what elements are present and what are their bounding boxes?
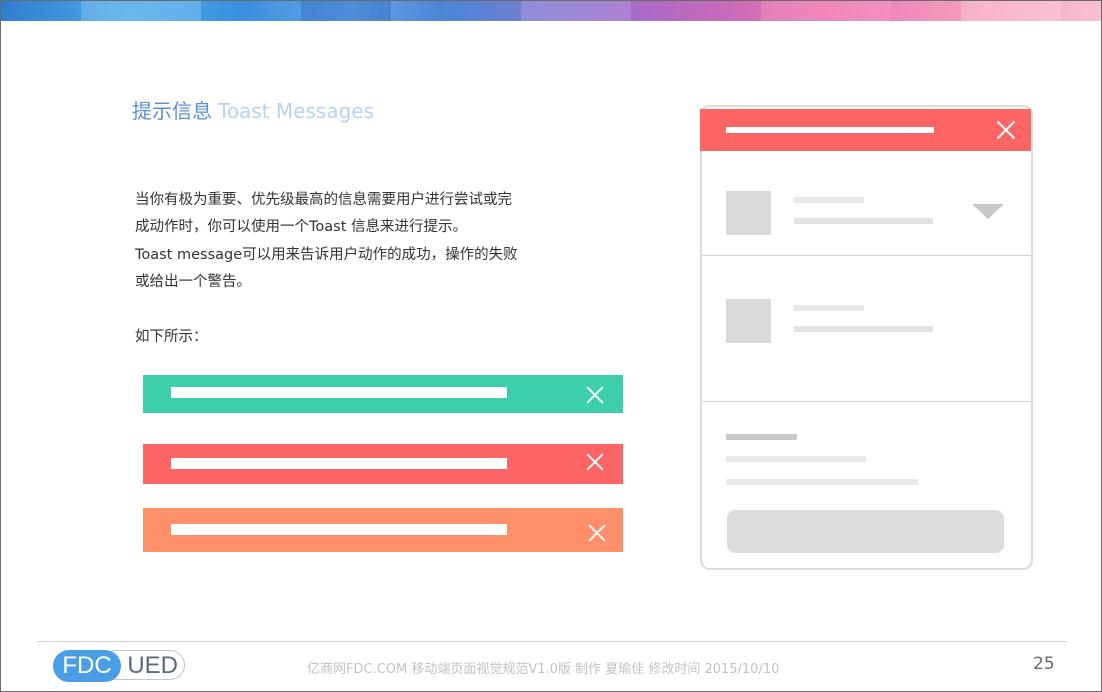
paragraph-line: 成动作时，你可以使用一个Toast 信息来进行提示。 bbox=[135, 219, 467, 235]
page-number: 25 bbox=[1033, 654, 1055, 674]
toast-message-placeholder bbox=[171, 524, 507, 535]
slide-page: 提示信息 Toast Messages 当你有极为重要、优先级最高的信息需要用户进… bbox=[0, 0, 1102, 692]
paragraph-line: 当你有极为重要、优先级最高的信息需要用户进行尝试或完 bbox=[135, 192, 512, 208]
paragraph-line: Toast message可以用来告诉用户动作的成功，操作的失败 bbox=[135, 247, 518, 263]
footer-divider bbox=[37, 641, 1067, 642]
title-chinese: 提示信息 bbox=[132, 99, 212, 123]
close-icon[interactable] bbox=[585, 385, 605, 405]
fdc-ued-logo: UED FDC bbox=[53, 650, 187, 682]
divider bbox=[702, 401, 1031, 402]
mockup-toast-header bbox=[700, 109, 1031, 151]
close-icon[interactable] bbox=[587, 523, 607, 543]
section-heading-placeholder bbox=[726, 434, 797, 440]
list-item-title-placeholder bbox=[794, 197, 864, 203]
phone-mockup bbox=[700, 105, 1033, 570]
title-english: Toast Messages bbox=[218, 99, 375, 123]
toast-message-placeholder bbox=[171, 458, 507, 469]
text-placeholder bbox=[726, 479, 918, 485]
footer-info: 亿商网FDC.COM 移动端页面视觉规范V1.0版 制作 夏瑜佳 修改时间 20… bbox=[307, 662, 780, 677]
list-item-thumbnail bbox=[726, 191, 771, 235]
text-placeholder bbox=[726, 456, 866, 462]
close-icon[interactable] bbox=[585, 452, 605, 472]
toast-success bbox=[143, 375, 623, 413]
action-button-placeholder[interactable] bbox=[727, 510, 1004, 553]
toast-message-placeholder bbox=[726, 127, 934, 133]
example-intro: 如下所示： bbox=[135, 329, 208, 345]
list-item-text-placeholder bbox=[794, 218, 933, 224]
list-item-text-placeholder bbox=[794, 326, 933, 332]
decorative-banner bbox=[1, 1, 1101, 21]
logo-fdc: FDC bbox=[53, 650, 121, 682]
toast-error bbox=[143, 444, 623, 484]
toast-message-placeholder bbox=[171, 387, 507, 398]
list-item-thumbnail bbox=[726, 299, 771, 343]
divider bbox=[702, 255, 1031, 256]
list-item-title-placeholder bbox=[794, 305, 864, 311]
triangle-down-icon[interactable] bbox=[972, 204, 1004, 220]
toast-warning bbox=[143, 508, 623, 552]
page-title: 提示信息 Toast Messages bbox=[132, 95, 374, 124]
paragraph-line: 或给出一个警告。 bbox=[135, 274, 251, 290]
close-icon[interactable] bbox=[996, 120, 1016, 140]
